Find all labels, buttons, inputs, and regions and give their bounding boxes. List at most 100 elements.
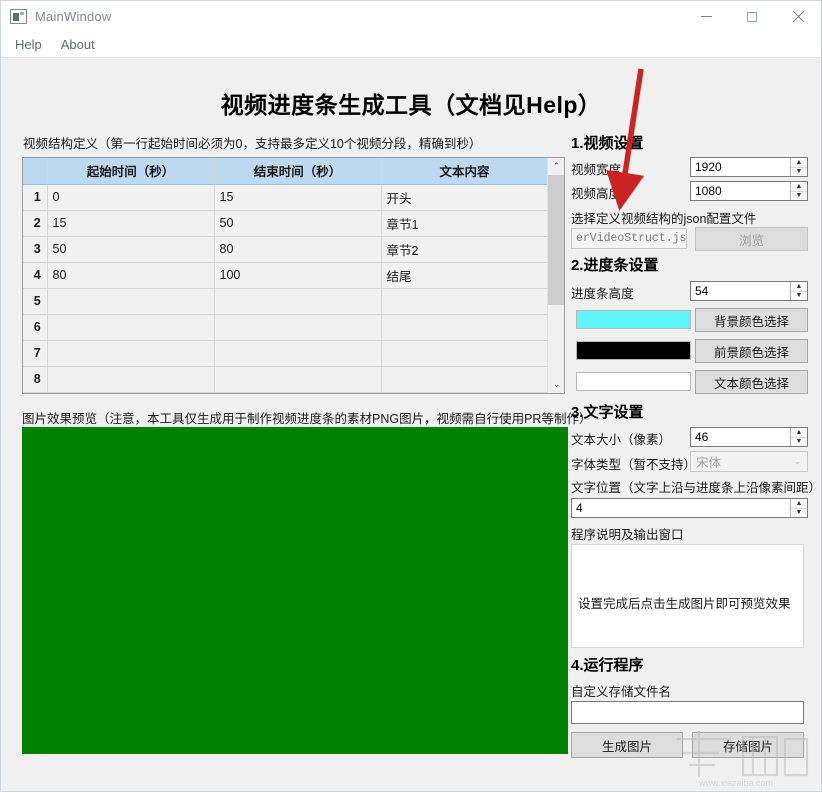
table-row[interactable]: 4 80 100 结尾 — [23, 262, 548, 288]
cell-end-time[interactable] — [214, 366, 381, 392]
close-icon — [792, 11, 804, 23]
maximize-icon — [747, 12, 757, 22]
scroll-down-icon[interactable]: ⌄ — [548, 376, 565, 393]
spin-down-icon[interactable]: ▼ — [791, 292, 807, 301]
table-header-row: 起始时间（秒） 结束时间（秒） 文本内容 — [23, 158, 548, 184]
minimize-button[interactable] — [683, 1, 729, 32]
text-position-spin-buttons[interactable]: ▲▼ — [790, 499, 807, 517]
cell-start-time[interactable] — [47, 288, 214, 314]
table-row[interactable]: 2 15 50 章节1 — [23, 210, 548, 236]
cell-text-content[interactable] — [381, 366, 548, 392]
text-color-swatch[interactable] — [576, 372, 691, 391]
cell-end-time[interactable] — [214, 340, 381, 366]
foreground-color-swatch[interactable] — [576, 341, 691, 360]
cell-start-time[interactable]: 80 — [47, 262, 214, 288]
video-structure-table[interactable]: 起始时间（秒） 结束时间（秒） 文本内容 1 0 15 开头 2 15 — [22, 157, 565, 394]
spin-down-icon[interactable]: ▼ — [791, 168, 807, 177]
bar-height-stepper[interactable]: ▲▼ — [690, 281, 808, 301]
table-vertical-scrollbar[interactable]: ⌃ ⌄ — [547, 158, 564, 393]
column-header-start-time[interactable]: 起始时间（秒） — [47, 158, 214, 184]
row-header[interactable]: 6 — [23, 314, 47, 340]
background-color-swatch[interactable] — [576, 310, 691, 329]
row-header[interactable]: 8 — [23, 366, 47, 392]
video-height-input[interactable] — [691, 182, 790, 200]
cell-end-time[interactable]: 15 — [214, 184, 381, 210]
text-size-input[interactable] — [691, 428, 790, 446]
row-header[interactable]: 3 — [23, 236, 47, 262]
cell-text-content[interactable]: 章节1 — [381, 210, 548, 236]
close-button[interactable] — [775, 1, 821, 32]
output-message: 设置完成后点击生成图片即可预览效果 — [578, 593, 791, 612]
table-row[interactable]: 3 50 80 章节2 — [23, 236, 548, 262]
row-header[interactable]: 2 — [23, 210, 47, 236]
cell-start-time[interactable] — [47, 366, 214, 392]
font-type-select[interactable]: 宋体 ⌄ — [690, 451, 808, 472]
json-path-field[interactable]: erVideoStruct.json — [571, 228, 687, 249]
spin-up-icon[interactable]: ▲ — [791, 182, 807, 192]
spin-up-icon[interactable]: ▲ — [791, 499, 807, 509]
bar-height-input[interactable] — [691, 282, 790, 300]
spin-up-icon[interactable]: ▲ — [791, 158, 807, 168]
cell-text-content[interactable]: 开头 — [381, 184, 548, 210]
table-row[interactable]: 5 — [23, 288, 548, 314]
cell-text-content[interactable] — [381, 288, 548, 314]
cell-text-content[interactable]: 章节2 — [381, 236, 548, 262]
browse-button[interactable]: 浏览 — [695, 227, 808, 251]
column-header-end-time[interactable]: 结束时间（秒） — [214, 158, 381, 184]
cell-end-time[interactable]: 80 — [214, 236, 381, 262]
video-width-spin-buttons[interactable]: ▲▼ — [790, 158, 807, 176]
table-row[interactable]: 8 — [23, 366, 548, 392]
spin-up-icon[interactable]: ▲ — [791, 282, 807, 292]
minimize-icon — [701, 16, 712, 17]
text-color-button[interactable]: 文本颜色选择 — [695, 370, 808, 394]
cell-end-time[interactable] — [214, 288, 381, 314]
cell-start-time[interactable] — [47, 340, 214, 366]
cell-text-content[interactable] — [381, 314, 548, 340]
row-header[interactable]: 7 — [23, 340, 47, 366]
maximize-button[interactable] — [729, 1, 775, 32]
cell-start-time[interactable]: 0 — [47, 184, 214, 210]
cell-end-time[interactable]: 50 — [214, 210, 381, 236]
custom-filename-field[interactable] — [571, 701, 804, 724]
scroll-up-icon[interactable]: ⌃ — [548, 158, 565, 175]
menu-item-about[interactable]: About — [53, 35, 103, 54]
save-image-button[interactable]: 存储图片 — [692, 732, 804, 758]
table-row[interactable]: 1 0 15 开头 — [23, 184, 548, 210]
scrollbar-thumb[interactable] — [548, 175, 565, 305]
row-header[interactable]: 5 — [23, 288, 47, 314]
menu-item-help[interactable]: Help — [7, 35, 50, 54]
cell-text-content[interactable]: 结尾 — [381, 262, 548, 288]
text-position-input[interactable] — [572, 499, 790, 517]
background-color-button[interactable]: 背景颜色选择 — [695, 308, 808, 332]
json-config-label: 选择定义视频结构的json配置文件 — [571, 208, 756, 227]
cell-end-time[interactable]: 100 — [214, 262, 381, 288]
cell-end-time[interactable] — [214, 314, 381, 340]
table-row[interactable]: 6 — [23, 314, 548, 340]
window-controls — [683, 1, 821, 32]
spin-down-icon[interactable]: ▼ — [791, 192, 807, 201]
cell-start-time[interactable] — [47, 314, 214, 340]
row-header[interactable]: 4 — [23, 262, 47, 288]
generate-image-button[interactable]: 生成图片 — [571, 732, 683, 758]
bar-height-spin-buttons[interactable]: ▲▼ — [790, 282, 807, 300]
text-position-stepper[interactable]: ▲▼ — [571, 498, 808, 518]
video-width-input[interactable] — [691, 158, 790, 176]
spin-down-icon[interactable]: ▼ — [791, 438, 807, 447]
video-width-label: 视频宽度 — [571, 159, 621, 178]
cell-text-content[interactable] — [381, 340, 548, 366]
cell-start-time[interactable]: 15 — [47, 210, 214, 236]
text-size-spin-buttons[interactable]: ▲▼ — [790, 428, 807, 446]
spin-down-icon[interactable]: ▼ — [791, 509, 807, 518]
table-row[interactable]: 7 — [23, 340, 548, 366]
spin-up-icon[interactable]: ▲ — [791, 428, 807, 438]
video-height-stepper[interactable]: ▲▼ — [690, 181, 808, 201]
text-position-label: 文字位置（文字上沿与进度条上沿像素间距） — [571, 477, 821, 496]
column-header-text-content[interactable]: 文本内容 — [381, 158, 548, 184]
row-header[interactable]: 1 — [23, 184, 47, 210]
font-type-label: 字体类型（暂不支持） — [571, 454, 691, 473]
cell-start-time[interactable]: 50 — [47, 236, 214, 262]
video-width-stepper[interactable]: ▲▼ — [690, 157, 808, 177]
foreground-color-button[interactable]: 前景颜色选择 — [695, 339, 808, 363]
video-height-spin-buttons[interactable]: ▲▼ — [790, 182, 807, 200]
text-size-stepper[interactable]: ▲▼ — [690, 427, 808, 447]
